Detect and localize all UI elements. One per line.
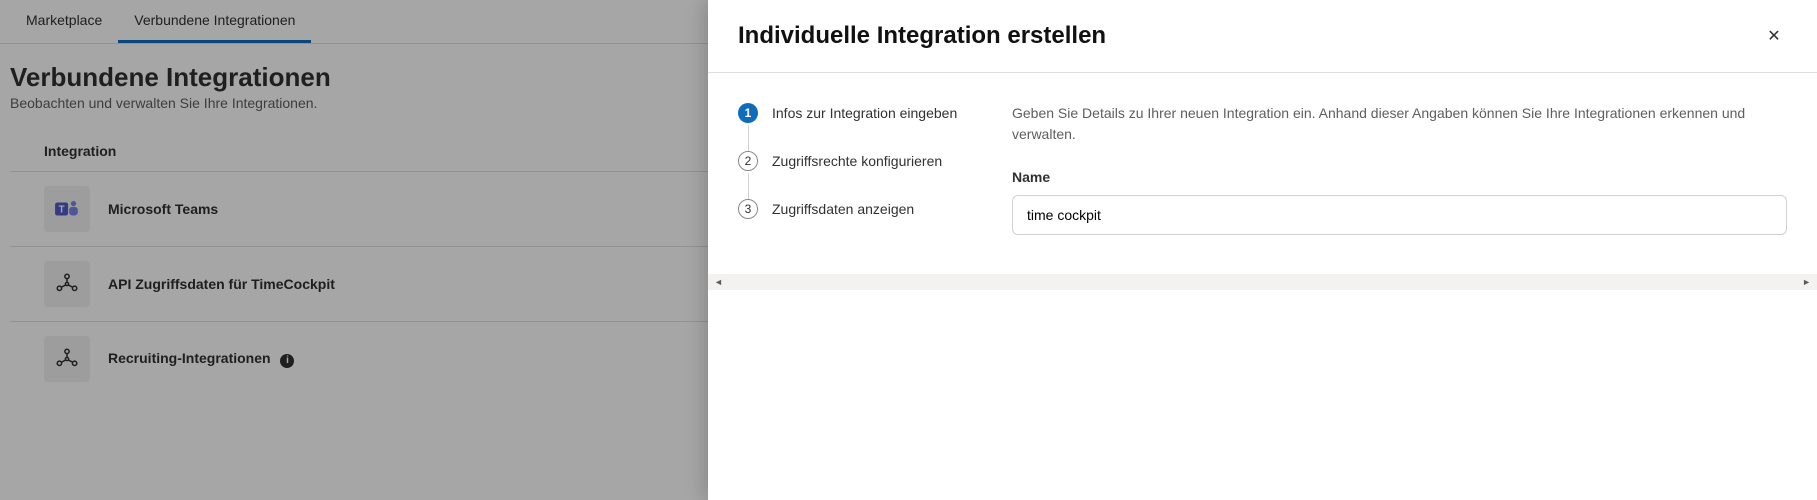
form-area: Geben Sie Details zu Ihrer neuen Integra… [1012, 103, 1787, 500]
integration-name-label: Recruiting-Integrationen [108, 350, 271, 366]
step-number: 2 [738, 151, 758, 171]
name-label: Name [1012, 169, 1787, 185]
step-number: 1 [738, 103, 758, 123]
close-icon[interactable]: ✕ [1761, 23, 1787, 49]
horizontal-scrollbar[interactable]: ◄ ► [708, 274, 1817, 290]
svg-text:T: T [59, 204, 65, 215]
tab-connected-integrations[interactable]: Verbundene Integrationen [118, 0, 311, 43]
step-1[interactable]: 1 Infos zur Integration eingeben [738, 103, 968, 151]
integration-name: Recruiting-Integrationen i [108, 350, 294, 368]
step-connector [748, 125, 749, 151]
recruiting-icon [44, 336, 90, 382]
api-icon [44, 261, 90, 307]
scroll-left-icon[interactable]: ◄ [714, 277, 723, 287]
create-integration-panel: Individuelle Integration erstellen ✕ 1 I… [708, 0, 1817, 500]
scroll-right-icon[interactable]: ► [1802, 277, 1811, 287]
form-description: Geben Sie Details zu Ihrer neuen Integra… [1012, 103, 1787, 145]
step-label: Zugriffsrechte konfigurieren [772, 153, 942, 169]
panel-header: Individuelle Integration erstellen ✕ [708, 0, 1817, 73]
tab-marketplace[interactable]: Marketplace [10, 0, 118, 43]
teams-icon: T [44, 186, 90, 232]
integration-name: Microsoft Teams [108, 201, 218, 217]
step-number: 3 [738, 199, 758, 219]
integration-name: API Zugriffsdaten für TimeCockpit [108, 276, 335, 292]
panel-title: Individuelle Integration erstellen [738, 22, 1106, 50]
name-input[interactable] [1012, 195, 1787, 235]
step-label: Infos zur Integration eingeben [772, 105, 957, 121]
info-icon[interactable]: i [280, 354, 294, 368]
step-3[interactable]: 3 Zugriffsdaten anzeigen [738, 199, 968, 219]
step-2[interactable]: 2 Zugriffsrechte konfigurieren [738, 151, 968, 199]
stepper: 1 Infos zur Integration eingeben 2 Zugri… [738, 103, 968, 500]
step-label: Zugriffsdaten anzeigen [772, 201, 914, 217]
step-connector [748, 173, 749, 199]
